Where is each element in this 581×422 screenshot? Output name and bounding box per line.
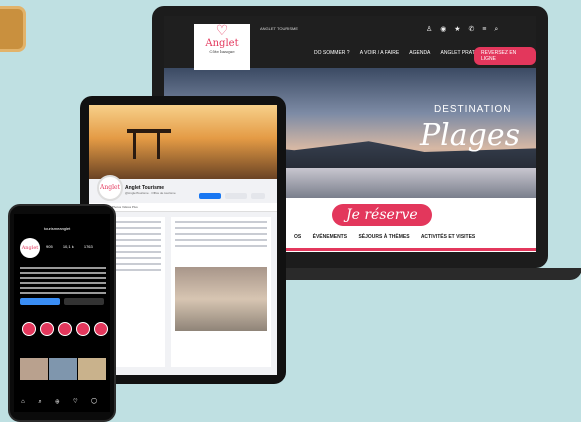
pavilion-silhouette: [127, 129, 171, 163]
story-highlight[interactable]: [76, 322, 90, 336]
anglet-logo[interactable]: ♡ Anglet Côte basque: [194, 24, 250, 70]
facebook-cover-photo: [89, 105, 277, 179]
profile-stats: 905 10,1 k 1763: [46, 244, 102, 249]
hero-kicker: DESTINATION: [434, 104, 512, 115]
story-highlight[interactable]: [22, 322, 36, 336]
post-card[interactable]: [171, 217, 271, 367]
header-icons[interactable]: ♙ ◉ ★ ✆ ≡ ⌕: [426, 25, 501, 34]
like-button[interactable]: [199, 193, 221, 199]
heart-icon: ♡: [215, 23, 229, 39]
profile-bio: [20, 264, 106, 297]
page-avatar[interactable]: Anglet: [97, 175, 123, 201]
category-item-2[interactable]: ÉVÉNEMENTS: [313, 234, 347, 240]
photo-grid: [20, 358, 106, 380]
posts-count: 905: [46, 244, 53, 249]
page-tabs[interactable]: Accueil Avis Photos Vidéos Plus: [89, 203, 277, 212]
logo-name: Anglet: [205, 38, 239, 49]
tablet-display: Anglet Anglet Tourisme @AngletTourisme ·…: [89, 105, 277, 375]
nav-item-2[interactable]: A VOIR / A FAIRE: [360, 50, 399, 56]
category-item-1[interactable]: OS: [294, 234, 301, 240]
more-button[interactable]: [251, 193, 265, 199]
logo-sub: Côte basque: [209, 49, 235, 54]
corner-badge: [0, 6, 26, 52]
category-row: OS ÉVÉNEMENTS SÉJOURS À THÈMES ACTIVITÉS…: [294, 234, 485, 240]
post-photo: [175, 267, 267, 331]
phone: tourismeanglet Anglet 905 10,1 k 1763 ⌂ …: [8, 204, 116, 422]
page-subtitle: @AngletTourisme · Office de tourisme: [125, 191, 176, 195]
main-nav: DO SOMMER ? A VOIR / A FAIRE AGENDA ANGL…: [314, 50, 496, 56]
reserve-button[interactable]: Je réserve: [332, 204, 432, 226]
nav-item-1[interactable]: DO SOMMER ?: [314, 50, 350, 56]
story-highlight[interactable]: [94, 322, 108, 336]
followers-count: 10,1 k: [62, 244, 74, 249]
book-online-button[interactable]: REVERSEZ EN LIGNE: [474, 47, 536, 65]
grid-photo[interactable]: [78, 358, 106, 380]
header-meta: ANGLET TOURISME: [260, 26, 299, 31]
follow-button[interactable]: [20, 298, 60, 305]
hero-title: Plages: [420, 118, 521, 153]
message-button[interactable]: [64, 298, 104, 305]
bottom-nav[interactable]: ⌂ ⌕ ⊕ ♡ ◯: [14, 399, 110, 406]
following-count: 1763: [83, 244, 93, 249]
profile-avatar[interactable]: Anglet: [20, 238, 40, 258]
story-highlight[interactable]: [58, 322, 72, 336]
grid-photo[interactable]: [20, 358, 48, 380]
grid-photo[interactable]: [49, 358, 77, 380]
profile-handle: tourismeanglet: [44, 226, 71, 231]
phone-display: tourismeanglet Anglet 905 10,1 k 1763 ⌂ …: [14, 214, 110, 412]
nav-item-3[interactable]: AGENDA: [409, 50, 430, 56]
category-item-3[interactable]: SÉJOURS À THÈMES: [358, 234, 409, 240]
category-item-4[interactable]: ACTIVITÉS ET VISITES: [421, 234, 475, 240]
message-button[interactable]: [225, 193, 247, 199]
story-highlight[interactable]: [40, 322, 54, 336]
